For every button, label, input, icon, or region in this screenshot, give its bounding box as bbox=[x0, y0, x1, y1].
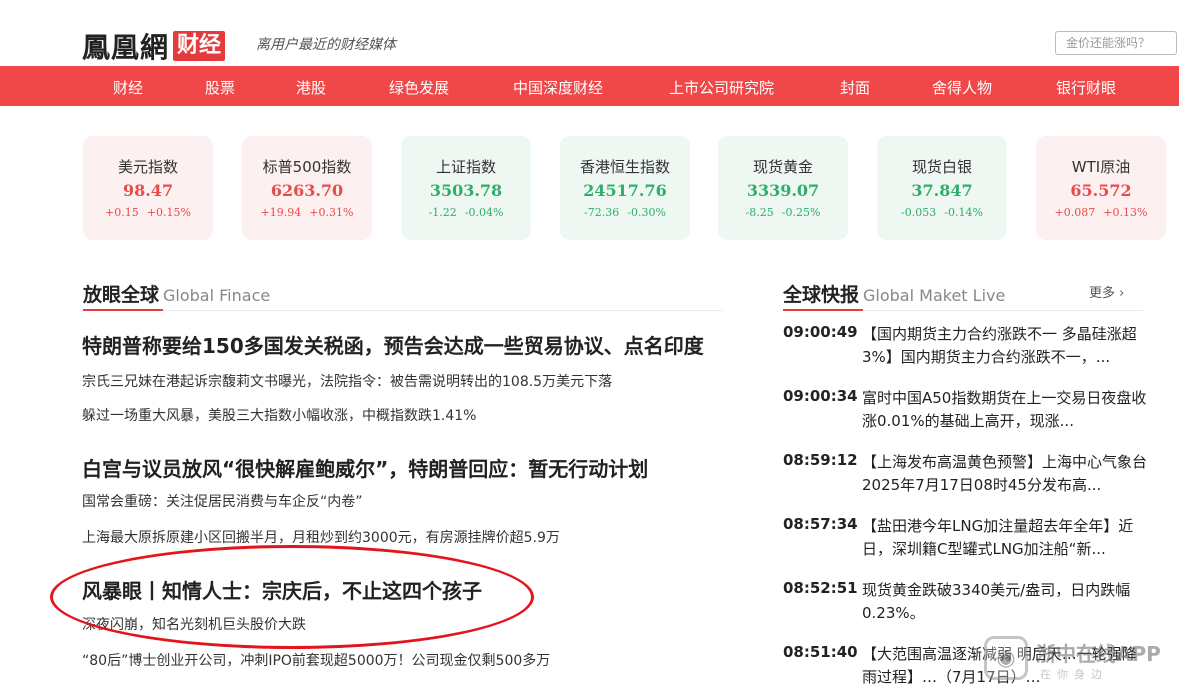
app-logo-icon: ◉ bbox=[984, 636, 1028, 680]
market-card-shanghai[interactable]: 上证指数 3503.78 -1.22 -0.04% bbox=[401, 136, 531, 240]
market-change: -72.36 -0.30% bbox=[584, 206, 666, 219]
nav-item-green[interactable]: 绿色发展 bbox=[389, 77, 449, 98]
live-time: 08:52:51 bbox=[783, 579, 858, 597]
news-headline[interactable]: 特朗普称要给150多国发关税函，预告会达成一些贸易协议、点名印度 bbox=[82, 330, 704, 359]
more-link[interactable]: 更多 › bbox=[1089, 282, 1124, 301]
nav-item-finance[interactable]: 财经 bbox=[113, 77, 143, 98]
market-name: 上证指数 bbox=[435, 158, 496, 176]
live-text[interactable]: 【上海发布高温黄色预警】上海中心气象台2025年7月17日08时45分发布高..… bbox=[862, 451, 1147, 497]
live-time: 09:00:34 bbox=[783, 387, 858, 405]
market-name: 标普500指数 bbox=[262, 158, 352, 176]
news-subline[interactable]: 上海最大原拆原建小区回搬半月，月租炒到约3000元，有房源挂牌价超5.9万 bbox=[82, 527, 560, 547]
nav-item-deep-finance[interactable]: 中国深度财经 bbox=[513, 77, 603, 98]
market-change: +19.94 +0.31% bbox=[260, 206, 354, 219]
section-divider bbox=[83, 310, 723, 311]
market-change: +0.15 +0.15% bbox=[105, 206, 191, 219]
market-change: -8.25 -0.25% bbox=[745, 206, 821, 219]
live-section-title: 全球快报 Global Maket Live bbox=[783, 284, 1006, 306]
watermark-title: 浙中在线APP bbox=[1036, 642, 1161, 666]
market-change: -1.22 -0.04% bbox=[428, 206, 504, 219]
live-time: 08:57:34 bbox=[783, 515, 858, 533]
market-value: 37.847 bbox=[911, 181, 973, 200]
news-headline[interactable]: 白宫与议员放风“很快解雇鲍威尔”，特朗普回应：暂无行动计划 bbox=[82, 453, 648, 482]
market-card-wti[interactable]: WTI原油 65.572 +0.087 +0.13% bbox=[1036, 136, 1166, 240]
market-name: 现货白银 bbox=[911, 158, 972, 176]
chevron-right-icon: › bbox=[1119, 286, 1125, 301]
market-value: 24517.76 bbox=[583, 181, 667, 200]
market-change: +0.087 +0.13% bbox=[1054, 206, 1148, 219]
market-name: 美元指数 bbox=[117, 158, 178, 176]
market-card-gold[interactable]: 现货黄金 3339.07 -8.25 -0.25% bbox=[718, 136, 848, 240]
nav-item-cover[interactable]: 封面 bbox=[840, 77, 870, 98]
market-value: 98.47 bbox=[122, 181, 174, 200]
site-logo[interactable]: 鳳凰網 财经 bbox=[82, 26, 226, 66]
logo-badge: 财经 bbox=[173, 31, 226, 61]
market-name: 现货黄金 bbox=[752, 158, 813, 176]
nav-item-people[interactable]: 舍得人物 bbox=[932, 77, 992, 98]
market-value: 65.572 bbox=[1070, 181, 1132, 200]
market-card-sp500[interactable]: 标普500指数 6263.70 +19.94 +0.31% bbox=[242, 136, 372, 240]
live-text[interactable]: 现货黄金跌破3340美元/盎司，日内跌幅0.23%。 bbox=[862, 579, 1147, 625]
live-text[interactable]: 【盐田港今年LNG加注量超去年全年】近日，深圳籍C型罐式LNG加注船“新... bbox=[862, 515, 1147, 561]
logo-text: 鳳凰網 bbox=[82, 31, 170, 64]
live-time: 08:59:12 bbox=[783, 451, 858, 469]
live-text[interactable]: 【国内期货主力合约涨跌不一 多晶硅涨超3%】国内期货主力合约涨跌不一，... bbox=[862, 323, 1147, 369]
live-time: 08:51:40 bbox=[783, 643, 858, 661]
market-card-silver[interactable]: 现货白银 37.847 -0.053 -0.14% bbox=[877, 136, 1007, 240]
market-change: -0.053 -0.14% bbox=[901, 206, 983, 219]
global-section-title: 放眼全球 Global Finace bbox=[83, 284, 271, 306]
market-value: 3339.07 bbox=[746, 181, 820, 200]
news-subline[interactable]: 宗氏三兄妹在港起诉宗馥莉文书曝光，法院指令：被告需说明转出的108.5万美元下落 bbox=[82, 371, 612, 391]
nav-item-listed-research[interactable]: 上市公司研究院 bbox=[669, 77, 774, 98]
nav-item-hk-stocks[interactable]: 港股 bbox=[296, 77, 326, 98]
news-subline[interactable]: 国常会重磅：关注促居民消费与车企反“内卷” bbox=[82, 491, 363, 511]
nav-item-stocks[interactable]: 股票 bbox=[205, 77, 235, 98]
news-subline[interactable]: “80后”博士创业开公司，冲刺IPO前套现超5000万！公司现金仅剩500多万 bbox=[82, 650, 550, 670]
live-time: 09:00:49 bbox=[783, 323, 858, 341]
news-subline[interactable]: 深夜闪崩，知名光刻机巨头股价大跌 bbox=[82, 614, 306, 634]
section-accent bbox=[83, 309, 163, 311]
site-slogan: 离用户最近的财经媒体 bbox=[256, 37, 396, 53]
app-watermark: ◉ 浙中在线APP 在你身边 bbox=[984, 634, 1174, 690]
market-card-hang-seng[interactable]: 香港恒生指数 24517.76 -72.36 -0.30% bbox=[560, 136, 690, 240]
main-nav: 财经 股票 港股 绿色发展 中国深度财经 上市公司研究院 封面 舍得人物 银行财… bbox=[0, 66, 1179, 106]
news-headline[interactable]: 风暴眼丨知情人士：宗庆后，不止这四个孩子 bbox=[82, 575, 482, 604]
nav-item-bank[interactable]: 银行财眼 bbox=[1056, 77, 1116, 98]
market-value: 3503.78 bbox=[429, 181, 503, 200]
watermark-sub: 在你身边 bbox=[1040, 668, 1108, 681]
market-card-usd-index[interactable]: 美元指数 98.47 +0.15 +0.15% bbox=[83, 136, 213, 240]
live-text[interactable]: 富时中国A50指数期货在上一交易日夜盘收涨0.01%的基础上高开，现涨... bbox=[862, 387, 1147, 433]
market-name: 香港恒生指数 bbox=[579, 158, 670, 176]
site-header: 鳳凰網 财经 离用户最近的财经媒体 金价还能涨吗？ bbox=[0, 0, 1179, 66]
market-name: WTI原油 bbox=[1071, 158, 1131, 176]
news-subline[interactable]: 躲过一场重大风暴，美股三大指数小幅收涨，中概指数跌1.41% bbox=[82, 405, 476, 425]
section-accent bbox=[783, 309, 863, 311]
market-value: 6263.70 bbox=[270, 181, 344, 200]
search-input[interactable]: 金价还能涨吗？ bbox=[1055, 31, 1177, 55]
